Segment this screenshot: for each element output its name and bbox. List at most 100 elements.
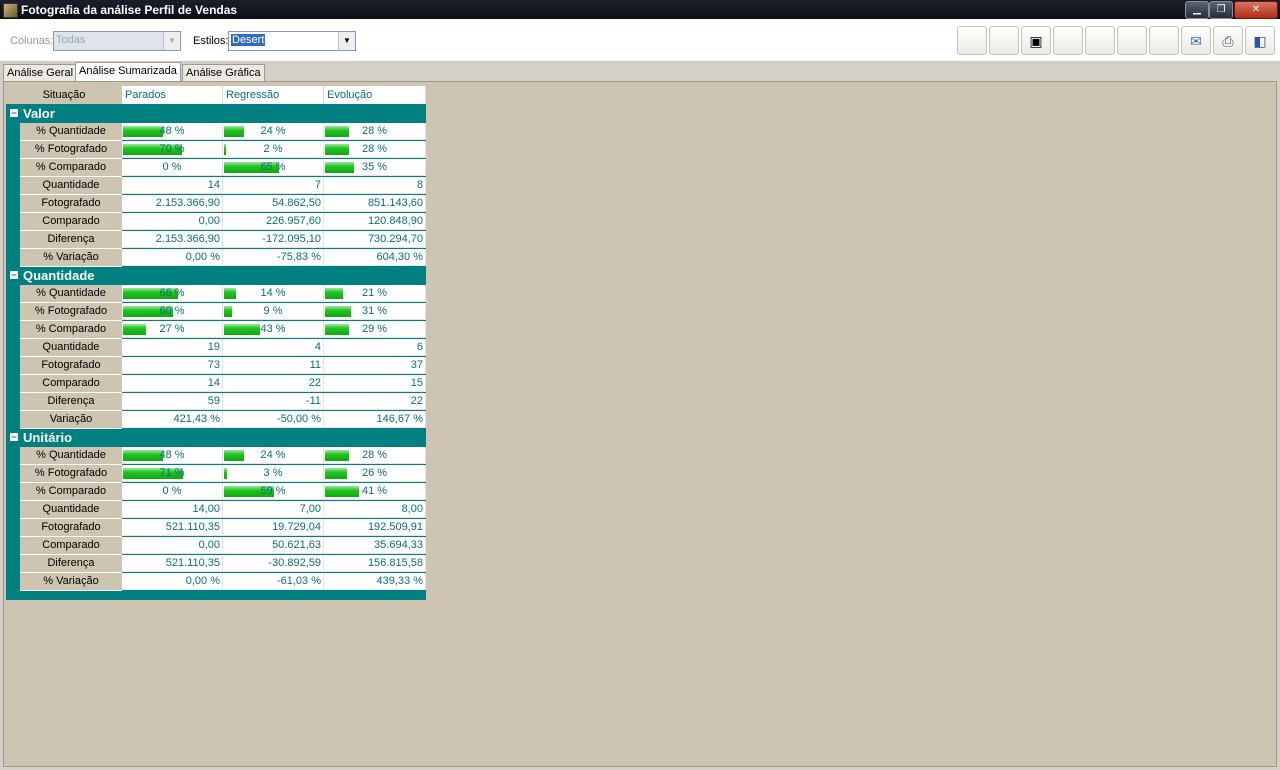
section-header[interactable]: − Unitário bbox=[6, 429, 426, 447]
table-cell[interactable]: 604,30 % bbox=[324, 249, 426, 266]
row-label: Fotografado bbox=[20, 195, 122, 213]
table-cell[interactable]: 2 % bbox=[223, 141, 324, 158]
table-cell[interactable]: 35 % bbox=[324, 159, 426, 176]
tab-analise-geral[interactable]: Análise Geral bbox=[3, 64, 78, 82]
column-header-parados[interactable]: Parados bbox=[122, 86, 223, 104]
table-cell[interactable]: 521.110,35 bbox=[122, 519, 223, 536]
column-header-regressao[interactable]: Regressão bbox=[223, 86, 324, 104]
table-cell[interactable]: 60 % bbox=[122, 303, 223, 320]
table-cell[interactable]: 15 bbox=[324, 375, 426, 392]
table-cell[interactable]: 71 % bbox=[122, 465, 223, 482]
table-cell[interactable]: 7,00 bbox=[223, 501, 324, 518]
collapse-icon[interactable]: − bbox=[10, 271, 18, 280]
table-cell[interactable]: 27 % bbox=[122, 321, 223, 338]
table-cell[interactable]: 28 % bbox=[324, 447, 426, 464]
toolbar-button-6[interactable] bbox=[1117, 26, 1147, 55]
table-cell[interactable]: 24 % bbox=[223, 123, 324, 140]
table-cell[interactable]: 35.694,33 bbox=[324, 537, 426, 554]
table-cell[interactable]: -11 bbox=[223, 393, 324, 410]
table-cell[interactable]: 421,43 % bbox=[122, 411, 223, 428]
table-cell[interactable]: 70 % bbox=[122, 141, 223, 158]
email-button[interactable]: ✉ bbox=[1181, 26, 1211, 55]
toolbar-button-5[interactable] bbox=[1085, 26, 1115, 55]
table-cell[interactable]: 28 % bbox=[324, 141, 426, 158]
table-cell[interactable]: 22 bbox=[223, 375, 324, 392]
table-cell[interactable]: 21 % bbox=[324, 285, 426, 302]
table-cell[interactable]: 2.153.366,90 bbox=[122, 231, 223, 248]
toolbar-button-4[interactable] bbox=[1053, 26, 1083, 55]
table-cell[interactable]: 9 % bbox=[223, 303, 324, 320]
section-header[interactable]: − Quantidade bbox=[6, 267, 426, 285]
table-cell[interactable]: 2.153.366,90 bbox=[122, 195, 223, 212]
table-cell[interactable]: 43 % bbox=[223, 321, 324, 338]
table-cell[interactable]: 0,00 % bbox=[122, 249, 223, 266]
exit-button[interactable]: ◧ bbox=[1245, 26, 1275, 55]
print-button[interactable]: ⎙ bbox=[1213, 26, 1243, 55]
table-cell[interactable]: 22 bbox=[324, 393, 426, 410]
maximize-button[interactable]: ❐ bbox=[1209, 1, 1233, 19]
table-cell[interactable]: 31 % bbox=[324, 303, 426, 320]
collapse-icon[interactable]: − bbox=[10, 109, 18, 118]
table-cell[interactable]: 19.729,04 bbox=[223, 519, 324, 536]
table-cell[interactable]: 6 bbox=[324, 339, 426, 356]
table-cell[interactable]: -75,83 % bbox=[223, 249, 324, 266]
toolbar-button-1[interactable] bbox=[957, 26, 987, 55]
table-cell[interactable]: 521.110,35 bbox=[122, 555, 223, 572]
table-cell[interactable]: 3 % bbox=[223, 465, 324, 482]
table-cell[interactable]: 26 % bbox=[324, 465, 426, 482]
table-cell[interactable]: 851.143,60 bbox=[324, 195, 426, 212]
column-header-evolucao[interactable]: Evolução bbox=[324, 86, 426, 104]
minimize-button[interactable]: ▁ bbox=[1185, 1, 1209, 19]
table-cell[interactable]: 73 bbox=[122, 357, 223, 374]
table-cell[interactable]: -30.892,59 bbox=[223, 555, 324, 572]
table-cell[interactable]: 14 % bbox=[223, 285, 324, 302]
table-cell[interactable]: 14,00 bbox=[122, 501, 223, 518]
table-cell[interactable]: 0,00 bbox=[122, 213, 223, 230]
table-cell[interactable]: 37 bbox=[324, 357, 426, 374]
estilos-select[interactable]: Desert ▼ bbox=[228, 31, 356, 51]
table-cell[interactable]: 0,00 bbox=[122, 537, 223, 554]
table-cell[interactable]: 7 bbox=[223, 177, 324, 194]
table-cell[interactable]: 50.621,63 bbox=[223, 537, 324, 554]
table-cell[interactable]: 11 bbox=[223, 357, 324, 374]
table-cell[interactable]: 28 % bbox=[324, 123, 426, 140]
colunas-select[interactable]: Todas ▼ bbox=[53, 31, 181, 51]
table-cell[interactable]: 14 bbox=[122, 375, 223, 392]
table-cell[interactable]: 29 % bbox=[324, 321, 426, 338]
table-cell[interactable]: 8 bbox=[324, 177, 426, 194]
table-cell[interactable]: 59 bbox=[122, 393, 223, 410]
table-cell[interactable]: 54.862,50 bbox=[223, 195, 324, 212]
table-cell[interactable]: 19 bbox=[122, 339, 223, 356]
toolbar-button-2[interactable] bbox=[989, 26, 1019, 55]
table-cell[interactable]: 65 % bbox=[223, 159, 324, 176]
table-cell[interactable]: 14 bbox=[122, 177, 223, 194]
camera-button[interactable]: ▣ bbox=[1021, 26, 1051, 55]
close-button[interactable]: ✕ bbox=[1234, 1, 1278, 19]
table-cell[interactable]: 0 % bbox=[122, 159, 223, 176]
table-cell[interactable]: 439,33 % bbox=[324, 573, 426, 590]
table-cell[interactable]: 59 % bbox=[223, 483, 324, 500]
table-cell[interactable]: 48 % bbox=[122, 123, 223, 140]
table-cell[interactable]: 156.815,58 bbox=[324, 555, 426, 572]
table-cell[interactable]: 730.294,70 bbox=[324, 231, 426, 248]
tab-analise-sumarizada[interactable]: Análise Sumarizada bbox=[75, 62, 181, 82]
table-cell[interactable]: 146,67 % bbox=[324, 411, 426, 428]
table-cell[interactable]: -50,00 % bbox=[223, 411, 324, 428]
table-cell[interactable]: 0,00 % bbox=[122, 573, 223, 590]
table-cell[interactable]: 41 % bbox=[324, 483, 426, 500]
table-cell[interactable]: 192.509,91 bbox=[324, 519, 426, 536]
toolbar-button-7[interactable] bbox=[1149, 26, 1179, 55]
table-cell[interactable]: 66 % bbox=[122, 285, 223, 302]
table-cell[interactable]: -172.095,10 bbox=[223, 231, 324, 248]
table-cell[interactable]: 120.848,90 bbox=[324, 213, 426, 230]
table-cell[interactable]: 24 % bbox=[223, 447, 324, 464]
table-cell[interactable]: 8,00 bbox=[324, 501, 426, 518]
tab-analise-grafica[interactable]: Análise Gráfica bbox=[182, 64, 265, 82]
table-cell[interactable]: 4 bbox=[223, 339, 324, 356]
table-cell[interactable]: 0 % bbox=[122, 483, 223, 500]
section-header[interactable]: − Valor bbox=[6, 105, 426, 123]
table-cell[interactable]: -61,03 % bbox=[223, 573, 324, 590]
table-cell[interactable]: 48 % bbox=[122, 447, 223, 464]
collapse-icon[interactable]: − bbox=[10, 433, 18, 442]
table-cell[interactable]: 226.957,60 bbox=[223, 213, 324, 230]
